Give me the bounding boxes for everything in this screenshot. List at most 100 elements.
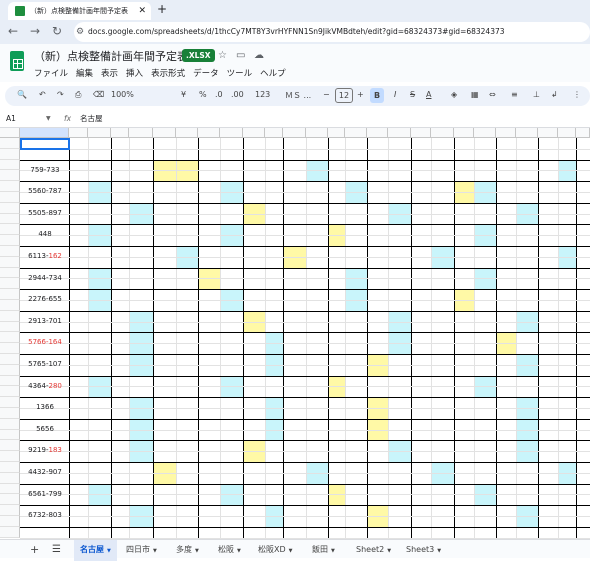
row-header[interactable] <box>0 483 20 495</box>
currency-format-button[interactable]: ¥ <box>181 90 186 99</box>
vehicle-number[interactable]: 448 <box>22 230 68 239</box>
add-sheet-icon[interactable]: + <box>30 540 39 559</box>
row-header[interactable] <box>0 505 20 516</box>
menu-format[interactable]: 表示形式 <box>151 69 185 79</box>
row-header[interactable] <box>0 181 20 192</box>
reload-icon[interactable]: ↻ <box>52 24 62 38</box>
row-header[interactable] <box>0 267 20 279</box>
row-header[interactable] <box>0 310 20 322</box>
column-header[interactable] <box>153 128 176 138</box>
row-header[interactable] <box>0 202 20 214</box>
menu-insert[interactable]: 挿入 <box>126 69 143 79</box>
row-header[interactable] <box>0 451 20 462</box>
italic-button[interactable]: I <box>394 90 396 99</box>
select-all-corner[interactable] <box>0 128 20 138</box>
text-wrap-icon[interactable]: ↲ <box>551 90 558 99</box>
back-icon[interactable]: ← <box>8 24 18 38</box>
menu-help[interactable]: ヘルプ <box>260 69 286 79</box>
vehicle-number[interactable]: 2944-734 <box>22 274 68 283</box>
address-bar[interactable]: ⚙ docs.google.com/spreadsheets/d/1thcCy7M… <box>74 22 590 42</box>
column-header[interactable] <box>367 128 388 138</box>
column-header[interactable] <box>431 128 454 138</box>
row-header[interactable] <box>0 343 20 354</box>
vehicle-number[interactable]: 1366 <box>22 403 68 412</box>
row-header[interactable] <box>0 159 20 171</box>
redo-icon[interactable]: ↷ <box>57 90 64 99</box>
vehicle-number[interactable]: 759-733 <box>22 166 68 175</box>
sheet-tab-menu-icon[interactable]: ▼ <box>107 548 111 554</box>
row-header[interactable] <box>0 440 20 452</box>
row-header[interactable] <box>0 375 20 387</box>
column-header[interactable] <box>176 128 198 138</box>
vehicle-number[interactable]: 6732-803 <box>22 511 68 520</box>
menu-data[interactable]: データ <box>193 69 219 79</box>
column-header[interactable] <box>538 128 558 138</box>
column-header[interactable] <box>20 128 69 138</box>
column-header[interactable] <box>69 128 88 138</box>
number-format-button[interactable]: 123 <box>255 90 270 99</box>
menu-file[interactable]: ファイル <box>34 69 68 79</box>
close-tab-icon[interactable]: ✕ <box>138 2 146 20</box>
column-header[interactable] <box>454 128 474 138</box>
sheet-tab-menu-icon[interactable]: ▼ <box>153 548 157 554</box>
row-header[interactable] <box>0 472 20 484</box>
row-header[interactable] <box>0 170 20 182</box>
row-header[interactable] <box>0 289 20 300</box>
row-header[interactable] <box>0 246 20 257</box>
menu-view[interactable]: 表示 <box>101 69 118 79</box>
strikethrough-icon[interactable]: S <box>410 90 415 99</box>
column-header[interactable] <box>88 128 111 138</box>
formula-input[interactable]: 名古屋 <box>80 110 103 128</box>
fill-color-icon[interactable]: ◈ <box>451 90 457 99</box>
row-header[interactable] <box>0 256 20 268</box>
move-folder-icon[interactable]: ▭ <box>236 50 245 61</box>
column-header[interactable] <box>243 128 265 138</box>
spreadsheet-grid[interactable]: 759-733 5560-787 5505-897 448 6113-162 2944-7… <box>0 128 590 539</box>
row-header[interactable] <box>0 192 20 203</box>
column-header[interactable] <box>265 128 283 138</box>
column-header[interactable] <box>111 128 129 138</box>
decrease-decimal-button[interactable]: .0 <box>215 90 223 99</box>
new-tab-icon[interactable]: + <box>157 2 167 16</box>
name-box[interactable]: A1 <box>6 110 16 128</box>
vehicle-number[interactable]: 5505-897 <box>22 209 68 218</box>
horizontal-align-icon[interactable]: ≡ <box>511 90 518 99</box>
paint-format-icon[interactable]: ⌫ <box>93 90 104 99</box>
column-header[interactable] <box>198 128 220 138</box>
sheets-logo-icon[interactable] <box>10 51 24 71</box>
row-header[interactable] <box>0 224 20 236</box>
font-select[interactable]: ＭＳ ... <box>285 90 311 101</box>
menu-edit[interactable]: 編集 <box>76 69 93 79</box>
column-header[interactable] <box>496 128 516 138</box>
sheet-tab-menu-icon[interactable]: ▼ <box>195 548 199 554</box>
row-header[interactable] <box>0 516 20 527</box>
menu-tools[interactable]: ツール <box>227 69 253 79</box>
all-sheets-icon[interactable]: ☰ <box>52 540 61 559</box>
sheet-tab-menu-icon[interactable]: ▼ <box>331 548 335 554</box>
row-header[interactable] <box>0 364 20 376</box>
row-header[interactable] <box>0 213 20 225</box>
vehicle-number[interactable]: 4432-907 <box>22 468 68 477</box>
column-header[interactable] <box>516 128 538 138</box>
more-tools-icon[interactable]: ⋮ <box>573 90 581 99</box>
column-header[interactable] <box>129 128 153 138</box>
search-menus-icon[interactable]: 🔍 <box>17 90 27 99</box>
sheet-tab-menu-icon[interactable]: ▼ <box>289 548 293 554</box>
name-box-dropdown-icon[interactable]: ▼ <box>46 110 51 128</box>
forward-icon[interactable]: → <box>30 24 40 38</box>
merge-cells-icon[interactable]: ⇔ <box>489 90 496 99</box>
column-header[interactable] <box>345 128 367 138</box>
vehicle-number[interactable]: 9219-183 <box>22 446 68 455</box>
vertical-align-icon[interactable]: ⊥ <box>533 90 540 99</box>
vehicle-number[interactable]: 2276-655 <box>22 295 68 304</box>
column-header[interactable] <box>283 128 306 138</box>
column-header[interactable] <box>474 128 496 138</box>
text-color-icon[interactable]: A <box>426 90 431 99</box>
vehicle-number[interactable]: 5766-164 <box>22 338 68 347</box>
row-header[interactable] <box>0 526 20 538</box>
vehicle-number[interactable]: 5765-107 <box>22 360 68 369</box>
column-header[interactable] <box>220 128 243 138</box>
vehicle-number[interactable]: 5656 <box>22 425 68 434</box>
vehicle-number[interactable]: 6561-799 <box>22 490 68 499</box>
decrease-font-size-icon[interactable]: − <box>323 90 330 99</box>
